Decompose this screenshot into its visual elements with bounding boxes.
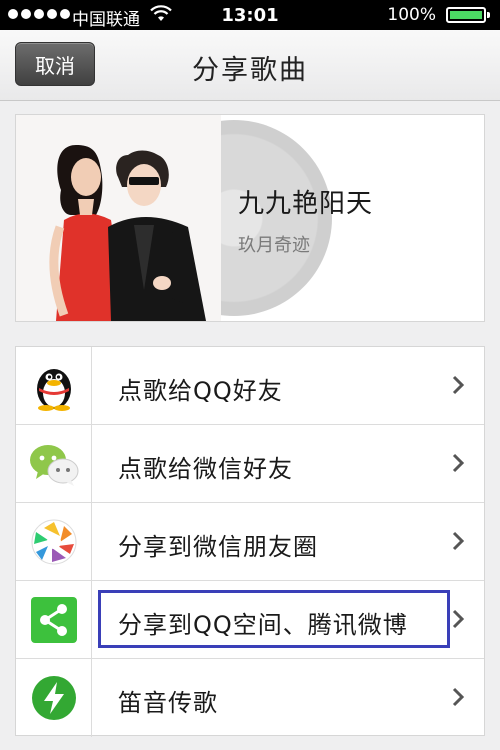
share-to-moments-row[interactable]: 分享到微信朋友圈	[16, 503, 484, 581]
wechat-icon	[16, 425, 92, 502]
chevron-right-icon	[452, 687, 465, 707]
chevron-right-icon	[452, 609, 465, 629]
share-option-label: 分享到微信朋友圈	[118, 533, 318, 561]
battery-icon	[446, 7, 490, 23]
song-artist: 玖月奇迹	[238, 235, 310, 256]
page-title: 分享歌曲	[192, 55, 308, 86]
whistle-send-song-row[interactable]: 笛音传歌	[16, 659, 484, 737]
share-to-wechat-friend-row[interactable]: 点歌给微信好友	[16, 425, 484, 503]
share-option-label: 分享到QQ空间、腾讯微博	[118, 611, 408, 639]
song-title: 九九艳阳天	[238, 189, 374, 219]
share-options-list: 点歌给QQ好友 点歌给微信好友 分享到微信朋友圈 分享到QQ空间、腾讯微博 笛音…	[15, 346, 485, 737]
share-option-label: 点歌给微信好友	[118, 455, 293, 483]
navigation-bar: 取消 分享歌曲	[0, 30, 500, 101]
share-option-label: 笛音传歌	[118, 689, 218, 717]
battery-percent: 100%	[387, 5, 436, 25]
chevron-right-icon	[452, 453, 465, 473]
share-to-qq-friend-row[interactable]: 点歌给QQ好友	[16, 347, 484, 425]
song-card: 九九艳阳天 玖月奇迹	[15, 114, 485, 322]
chevron-right-icon	[452, 531, 465, 551]
album-cover	[16, 115, 221, 321]
qq-penguin-icon	[16, 347, 92, 424]
moments-icon	[16, 503, 92, 580]
status-bar: 中国联通 13:01 100%	[0, 0, 500, 30]
share-icon	[16, 581, 92, 658]
chevron-right-icon	[452, 375, 465, 395]
lightning-icon	[16, 659, 92, 737]
share-to-qzone-weibo-row[interactable]: 分享到QQ空间、腾讯微博	[16, 581, 484, 659]
share-option-label: 点歌给QQ好友	[118, 377, 283, 405]
